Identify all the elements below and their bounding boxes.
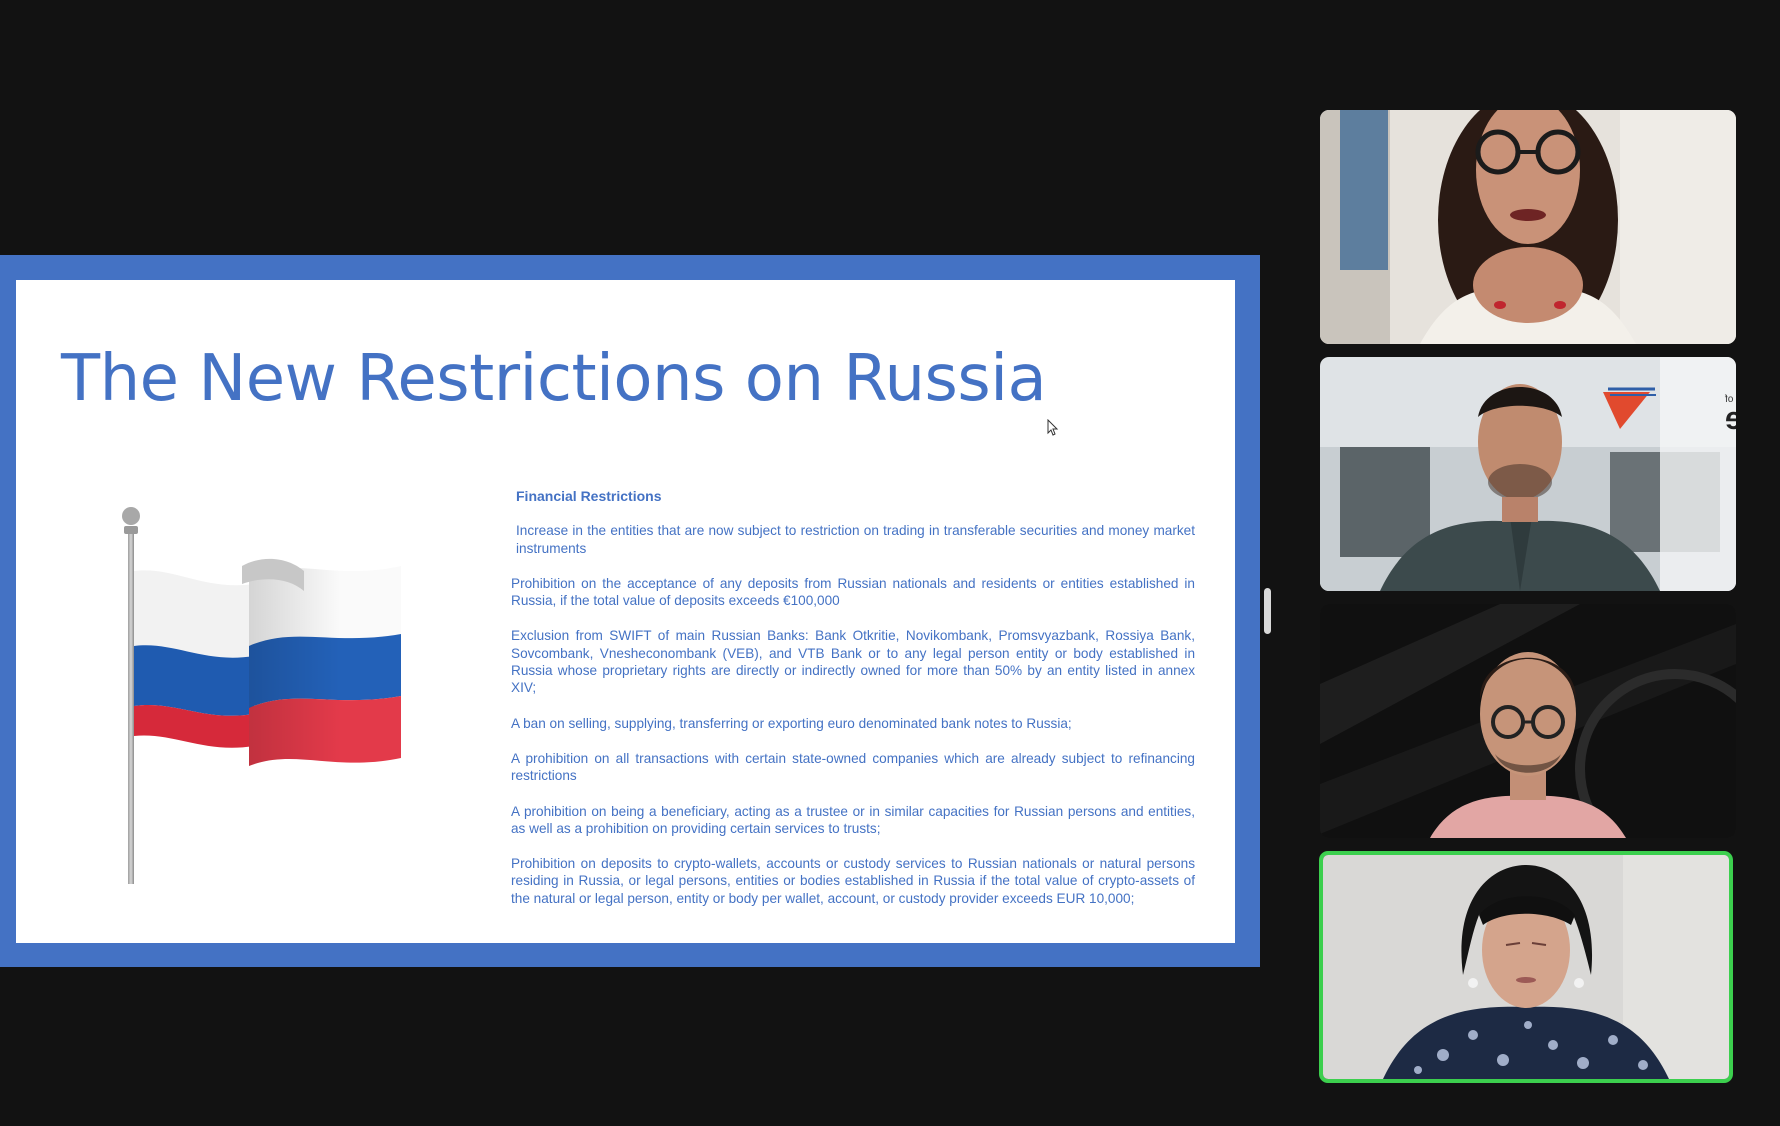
restriction-item: Prohibition on the acceptance of any dep… (511, 575, 1195, 609)
mouse-cursor-icon (1047, 419, 1059, 436)
participant-tile[interactable] (1320, 110, 1736, 344)
participant-tile[interactable] (1320, 604, 1736, 838)
participant-tile[interactable]: Malta Chamber of sme (1320, 357, 1736, 591)
resize-handle[interactable] (1264, 588, 1271, 634)
meeting-window: The New Restrictions on Russia Financial… (0, 0, 1780, 1126)
russian-flag-icon (122, 507, 401, 884)
restriction-item: A prohibition on being a beneficiary, ac… (511, 803, 1195, 836)
participant-video-4 (1323, 855, 1729, 1079)
restriction-item: Increase in the entities that are now su… (516, 523, 1195, 556)
participant-video-3 (1320, 604, 1736, 838)
participant-tile-active-speaker[interactable] (1319, 851, 1733, 1083)
participant-video-1 (1320, 110, 1736, 344)
shared-screen[interactable]: The New Restrictions on Russia Financial… (0, 255, 1260, 967)
slide-title: The New Restrictions on Russia (61, 342, 1047, 416)
restriction-item: Exclusion from SWIFT of main Russian Ban… (511, 628, 1195, 696)
presentation-slide: The New Restrictions on Russia Financial… (16, 280, 1235, 943)
restriction-item: Prohibition on deposits to crypto-wallet… (511, 856, 1195, 906)
svg-text:sme: sme (1725, 400, 1736, 436)
participant-video-2: Malta Chamber of sme (1320, 357, 1736, 591)
restriction-item: A ban on selling, supplying, transferrin… (511, 715, 1072, 731)
restriction-item: A prohibition on all transactions with c… (511, 750, 1195, 784)
slide-content: Financial Restrictions Increase in the e… (511, 488, 1195, 925)
section-title: Financial Restrictions (516, 488, 662, 504)
